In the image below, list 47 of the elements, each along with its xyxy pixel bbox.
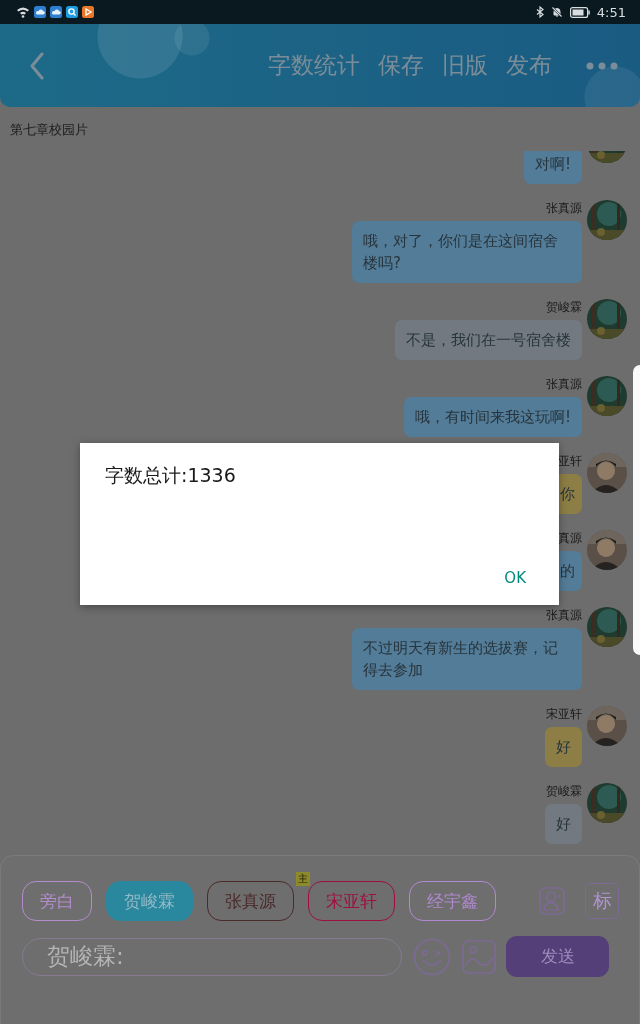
message-bubble: 对啊! xyxy=(524,151,582,184)
header-action[interactable]: 保存 xyxy=(378,50,424,81)
header-action[interactable]: 旧版 xyxy=(442,50,488,81)
message-input[interactable]: 贺峻霖: xyxy=(22,937,402,976)
ok-button[interactable]: OK xyxy=(496,563,534,593)
sender-name: 张真源 xyxy=(546,607,582,623)
role-chip[interactable]: 张真源 xyxy=(207,881,294,921)
play-app-icon xyxy=(82,6,94,18)
role-chip[interactable]: 经宇鑫 xyxy=(409,881,496,921)
header-action[interactable]: 发布 xyxy=(506,50,552,81)
bluetooth-icon xyxy=(535,6,544,18)
wifi-icon xyxy=(16,6,30,18)
cloud-app-icon xyxy=(34,6,46,18)
message-bubble: 哦，有时间来我这玩啊! xyxy=(404,397,582,437)
sender-name: 真源 xyxy=(558,530,582,546)
message-bubble: 不是，我们在一号宿舍楼 xyxy=(395,320,582,360)
message-bubble: 好 xyxy=(545,727,582,767)
search-app-icon xyxy=(66,6,78,18)
battery-icon xyxy=(569,6,590,18)
mark-button[interactable]: 标 xyxy=(585,883,619,919)
send-button[interactable]: 发送 xyxy=(506,936,609,977)
sender-name: 张真源 xyxy=(546,200,582,216)
sender-name: 贺峻霖 xyxy=(546,299,582,315)
emoji-button[interactable] xyxy=(413,937,451,976)
back-icon xyxy=(30,51,44,80)
person-icon xyxy=(539,887,566,915)
sender-name: 贺峻霖 xyxy=(546,783,582,799)
role-badge: 主 xyxy=(296,872,310,886)
image-icon xyxy=(462,939,496,974)
dialog-message: 字数总计:1336 xyxy=(105,463,237,488)
sender-name: 亚轩 xyxy=(558,453,582,469)
header-action[interactable]: 字数统计 xyxy=(268,50,360,81)
image-button[interactable] xyxy=(462,939,496,974)
message-bubble: 哦，对了，你们是在这间宿舍楼吗? xyxy=(352,221,582,283)
smiley-icon xyxy=(413,937,451,976)
sender-name: 张真源 xyxy=(546,376,582,392)
side-panel-handle[interactable] xyxy=(633,365,640,655)
sender-name: 宋亚轩 xyxy=(546,706,582,722)
status-time: 4:51 xyxy=(596,4,626,20)
cloud-app-icon xyxy=(50,6,62,18)
role-chip[interactable]: 贺峻霖 xyxy=(106,881,193,921)
message-bubble: 不过明天有新生的选拔赛，记得去参加 xyxy=(352,628,582,690)
message-bubble: 好 xyxy=(545,804,582,844)
role-chip[interactable]: 旁白 xyxy=(22,881,92,921)
chapter-title: 第七章校园片 xyxy=(9,121,89,139)
muted-bell-icon xyxy=(550,6,563,18)
more-icon xyxy=(586,61,618,70)
